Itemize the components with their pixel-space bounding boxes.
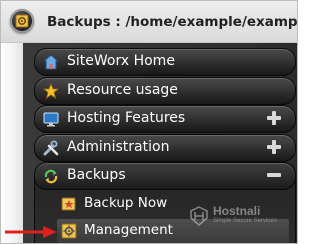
submenu-item-label: Backup Now: [84, 195, 168, 211]
annotation-arrow-icon: [5, 226, 57, 238]
title-bar: Backups : /home/example/example.com: [1, 1, 297, 43]
menu-item-resource-usage[interactable]: Resource usage: [34, 77, 296, 105]
management-gear-icon: [61, 223, 77, 239]
watermark-emblem-icon: [190, 206, 208, 226]
menu-item-label: Administration: [67, 139, 170, 155]
menu-item-administration[interactable]: Administration: [34, 134, 296, 162]
star-icon: [42, 82, 60, 99]
home-icon: [42, 54, 60, 70]
collapse-minus-icon[interactable]: [267, 173, 281, 177]
menu-item-label: Hosting Features: [67, 110, 186, 126]
expand-plus-icon[interactable]: [267, 111, 281, 125]
menu-item-siteworx-home[interactable]: SiteWorx Home: [34, 48, 296, 76]
menu-panel-edge: [1, 43, 23, 243]
menu-item-hosting-features[interactable]: Hosting Features: [34, 105, 296, 133]
page-title: Backups : /home/example/example.com: [47, 14, 298, 30]
monitor-icon: [43, 111, 59, 127]
expand-plus-icon[interactable]: [267, 140, 281, 154]
menu-item-label: SiteWorx Home: [67, 53, 175, 69]
watermark-tagline: Simple Secure Services: [213, 218, 277, 224]
window-frame: Backups : /home/example/example.com Site…: [0, 0, 298, 244]
watermark-brand: Hostnali: [213, 204, 261, 218]
menu-item-backups[interactable]: Backups: [34, 162, 296, 190]
watermark-logo: Hostnali Simple Secure Services: [189, 204, 289, 228]
backup-now-icon: [61, 196, 77, 212]
menu-item-label: Resource usage: [67, 82, 178, 98]
menu-item-label: Backups: [67, 167, 126, 183]
backups-app-icon: [10, 9, 34, 33]
submenu-item-label: Management: [84, 222, 173, 238]
backup-arrows-icon: [43, 168, 59, 184]
tools-icon: [43, 140, 59, 156]
